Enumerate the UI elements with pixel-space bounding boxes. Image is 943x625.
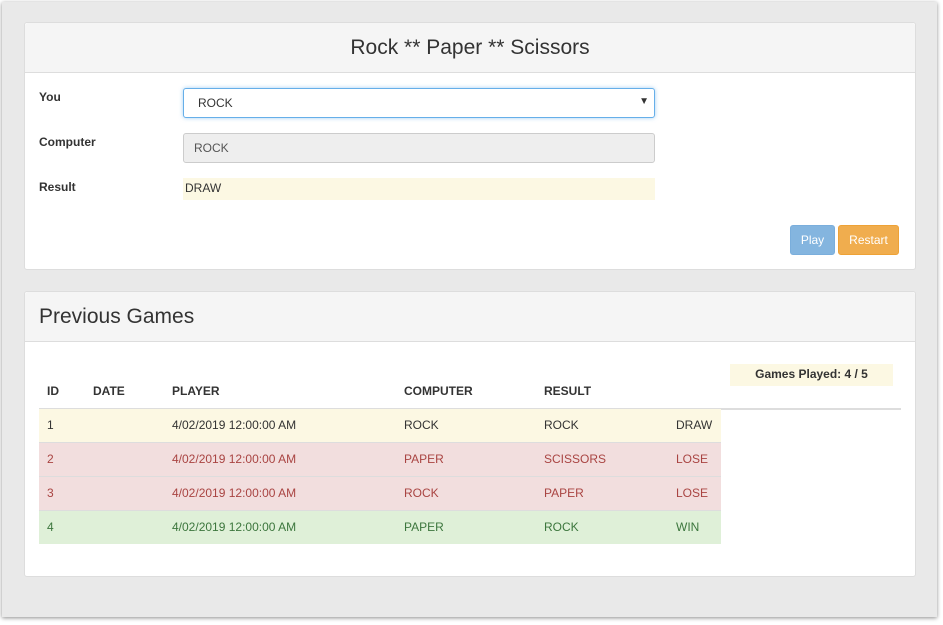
history-panel: Previous Games Games Played: 4 / 5 ID DA… bbox=[24, 291, 916, 577]
restart-button[interactable]: Restart bbox=[838, 225, 899, 255]
history-title: Previous Games bbox=[25, 292, 915, 342]
cell-id: 3 bbox=[47, 486, 54, 500]
column-header-date: DATE bbox=[93, 384, 125, 398]
cell-computer: ROCK bbox=[404, 418, 439, 432]
computer-field: ROCK bbox=[183, 133, 655, 163]
cell-outcome: LOSE bbox=[676, 452, 709, 466]
cell-id: 1 bbox=[47, 418, 54, 432]
table-row: 4 4/02/2019 12:00:00 AM PAPER ROCK WIN bbox=[39, 510, 721, 544]
cell-result: PAPER bbox=[544, 486, 584, 500]
cell-result: SCISSORS bbox=[544, 452, 607, 466]
cell-outcome: WIN bbox=[676, 520, 700, 534]
cell-computer: PAPER bbox=[404, 520, 444, 534]
cell-outcome: LOSE bbox=[676, 486, 709, 500]
cell-result: ROCK bbox=[544, 520, 579, 534]
cell-outcome: DRAW bbox=[676, 418, 713, 432]
result-value: DRAW bbox=[183, 178, 655, 200]
game-panel: Rock ** Paper ** Scissors You ROCK ▼ Com… bbox=[24, 22, 916, 270]
computer-label: Computer bbox=[39, 135, 96, 149]
app-window: Rock ** Paper ** Scissors You ROCK ▼ Com… bbox=[2, 2, 937, 617]
cell-player: 4/02/2019 12:00:00 AM bbox=[172, 520, 297, 534]
you-select[interactable]: ROCK ▼ bbox=[183, 88, 655, 118]
column-header-player: PLAYER bbox=[172, 384, 220, 398]
table-row: 1 4/02/2019 12:00:00 AM ROCK ROCK DRAW bbox=[39, 408, 721, 442]
cell-id: 4 bbox=[47, 520, 54, 534]
cell-result: ROCK bbox=[544, 418, 579, 432]
cell-computer: PAPER bbox=[404, 452, 444, 466]
cell-player: 4/02/2019 12:00:00 AM bbox=[172, 486, 297, 500]
result-label: Result bbox=[39, 180, 76, 194]
you-label: You bbox=[39, 90, 61, 104]
column-header-result: RESULT bbox=[544, 384, 592, 398]
table-row: 3 4/02/2019 12:00:00 AM ROCK PAPER LOSE bbox=[39, 476, 721, 510]
caret-down-icon: ▼ bbox=[639, 96, 649, 107]
cell-id: 2 bbox=[47, 452, 54, 466]
cell-player: 4/02/2019 12:00:00 AM bbox=[172, 452, 297, 466]
column-header-id: ID bbox=[47, 384, 59, 398]
game-title: Rock ** Paper ** Scissors bbox=[25, 23, 915, 73]
play-button[interactable]: Play bbox=[790, 225, 835, 255]
you-select-value: ROCK bbox=[198, 96, 233, 110]
cell-computer: ROCK bbox=[404, 486, 439, 500]
table-header: ID DATE PLAYER COMPUTER RESULT bbox=[39, 378, 901, 410]
column-header-computer: COMPUTER bbox=[404, 384, 473, 398]
table-row: 2 4/02/2019 12:00:00 AM PAPER SCISSORS L… bbox=[39, 442, 721, 476]
cell-player: 4/02/2019 12:00:00 AM bbox=[172, 418, 297, 432]
